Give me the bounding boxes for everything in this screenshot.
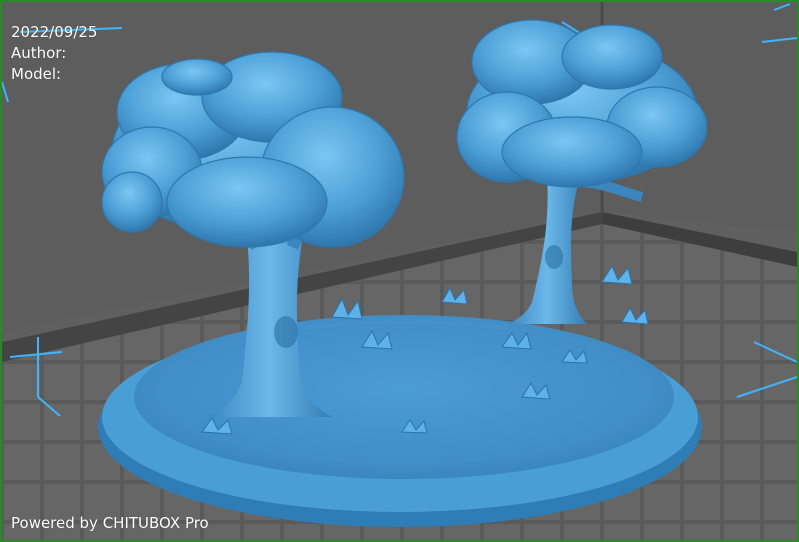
3d-viewport[interactable]: 2022/09/25 Author: Model: Powered by CHI… [0,0,799,542]
date-text: 2022/09/25 [11,23,98,41]
model-label: Model: [11,65,62,83]
scene-render [2,2,797,540]
model-info-block: 2022/09/25 Author: Model: [11,22,97,85]
powered-by-watermark: Powered by CHITUBOX Pro [11,514,209,532]
author-label: Author: [11,44,67,62]
